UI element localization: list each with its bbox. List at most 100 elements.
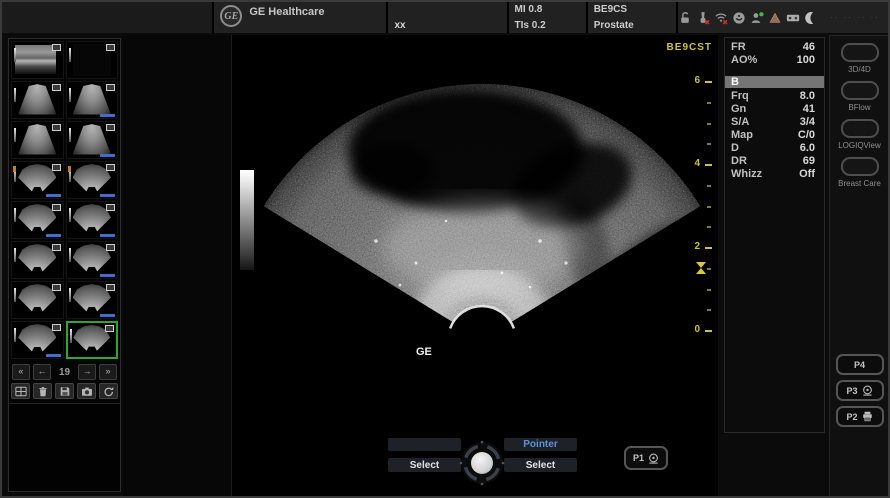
acoustic-output-section: MI 0.8 TIs 0.2 (507, 2, 586, 33)
p1-print-button[interactable]: P1 (624, 446, 668, 470)
depth-label: 0 (688, 324, 700, 335)
first-page-button[interactable]: « (12, 364, 30, 380)
mode-key-button[interactable] (841, 119, 879, 138)
thumbnail-tag-bar (100, 274, 115, 277)
camera-icon (81, 386, 93, 397)
trackball-indicator[interactable] (442, 433, 522, 493)
thumbnail[interactable] (11, 321, 64, 359)
thumbnail-scalebar (69, 128, 71, 142)
probe-error-icon (696, 11, 710, 25)
refresh-button[interactable] (99, 383, 118, 399)
thumbnail[interactable] (11, 201, 64, 239)
p2-print-button[interactable]: P2 (836, 406, 884, 427)
thumbnail-grid (9, 39, 120, 361)
last-page-button[interactable]: » (99, 364, 117, 380)
mode-key-label: Breast Care (830, 179, 889, 188)
thumbnail-scalebar (14, 328, 16, 342)
svg-text:GE: GE (416, 346, 432, 358)
thumbnail[interactable] (66, 241, 119, 279)
scan-display-area[interactable]: GE BE9CST 6420 Pointer Select Select (232, 35, 718, 498)
topbar-spacer (2, 2, 212, 33)
thumbnail-type-icon (106, 124, 115, 131)
param-label: AO% (731, 54, 757, 67)
thumbnail-scalebar (70, 329, 72, 343)
cassette-icon (786, 11, 800, 25)
thumbnail[interactable] (66, 161, 119, 199)
prev-page-button[interactable]: ← (33, 364, 51, 380)
param-row-frq: Frq 8.0 (725, 90, 824, 103)
top-status-bar: GE GE Healthcare xx MI 0.8 TIs 0.2 BE9CS… (2, 2, 888, 33)
thumbnail-scalebar (14, 248, 16, 262)
thumbnail[interactable] (66, 121, 119, 159)
thumbnail[interactable] (11, 241, 64, 279)
thumbnail-tag-bar (100, 234, 115, 237)
thumbnail[interactable] (11, 161, 64, 199)
thumbnail[interactable] (66, 201, 119, 239)
system-status-icons: ·· ·· ·· ·· (676, 2, 888, 33)
p4-print-button[interactable]: P4 (836, 354, 884, 375)
pointer-label: Pointer (523, 439, 557, 450)
param-row-gn: Gn41 (725, 103, 824, 116)
thumbnail-scalebar (69, 48, 71, 62)
param-label: Whizz (731, 168, 762, 181)
thumbnail-type-icon (106, 84, 115, 91)
image-clipboard-panel: « ← 19 → » (8, 38, 121, 492)
depth-minor-tick (707, 102, 711, 104)
mode-key-column: 3D/4DBFlowLOGIQViewBreast CareP4P3P2 (829, 35, 890, 498)
grid-button[interactable] (11, 383, 30, 399)
param-value: C/0 (798, 129, 815, 142)
next-page-button[interactable]: → (78, 364, 96, 380)
thumbnail[interactable] (66, 41, 119, 79)
thumbnail-tag-bar (100, 154, 115, 157)
thumbnail-scalebar (69, 288, 71, 302)
thumbnail[interactable] (66, 81, 119, 119)
thumbnail-selected[interactable] (66, 321, 119, 359)
thumbnail-type-icon (105, 325, 114, 332)
clipboard-empty-area (9, 403, 120, 491)
param-value: 6.0 (800, 142, 815, 155)
thumbnail-scalebar (14, 208, 16, 222)
mode-key-button[interactable] (841, 157, 879, 176)
exam-id-section[interactable]: xx (386, 2, 506, 33)
thumbnail[interactable] (11, 281, 64, 319)
param-label: Frq (731, 90, 749, 103)
thumbnail[interactable] (11, 41, 64, 79)
param-label: D (731, 142, 739, 155)
thumbnail-type-icon (52, 164, 61, 171)
p1-label: P1 (633, 453, 644, 463)
depth-major-tick (705, 330, 712, 332)
ge-logo-icon: GE (220, 5, 242, 27)
crescent-icon (804, 11, 818, 25)
thumbnail-scalebar (69, 88, 71, 102)
thumbnail-tag-bar (100, 114, 115, 117)
thumbnail-type-icon (52, 84, 61, 91)
print-key-label: P4 (854, 360, 865, 370)
mi-value: MI 0.8 (515, 4, 580, 15)
print-key-label: P2 (846, 412, 857, 422)
thumbnail-tag-bar (46, 234, 61, 237)
save-icon (59, 386, 71, 397)
param-row-d: D 6.0 (725, 142, 824, 155)
camera-button[interactable] (77, 383, 96, 399)
phone-icon (732, 11, 746, 25)
thumbnail-marker (68, 166, 71, 172)
thumbnail[interactable] (11, 121, 64, 159)
disc-icon (648, 453, 659, 464)
print-key-label: P3 (846, 386, 857, 396)
thumbnail[interactable] (66, 281, 119, 319)
thumbnail[interactable] (11, 81, 64, 119)
thumbnail-tag-bar (46, 194, 61, 197)
probe-preset-section[interactable]: BE9CS Prostate (586, 2, 676, 33)
param-value: 8.0 (800, 90, 815, 103)
thumbnail-tag-bar (100, 314, 115, 317)
save-button[interactable] (55, 383, 74, 399)
mode-key-button[interactable] (841, 81, 879, 100)
trash-button[interactable] (33, 383, 52, 399)
mode-key-button[interactable] (841, 43, 879, 62)
p3-print-button[interactable]: P3 (836, 380, 884, 401)
thumbnail-type-icon (106, 284, 115, 291)
thumbnail-type-icon (106, 44, 115, 51)
depth-major-tick (705, 247, 712, 249)
thumbnail-scalebar (69, 208, 71, 222)
depth-minor-tick (707, 123, 711, 125)
